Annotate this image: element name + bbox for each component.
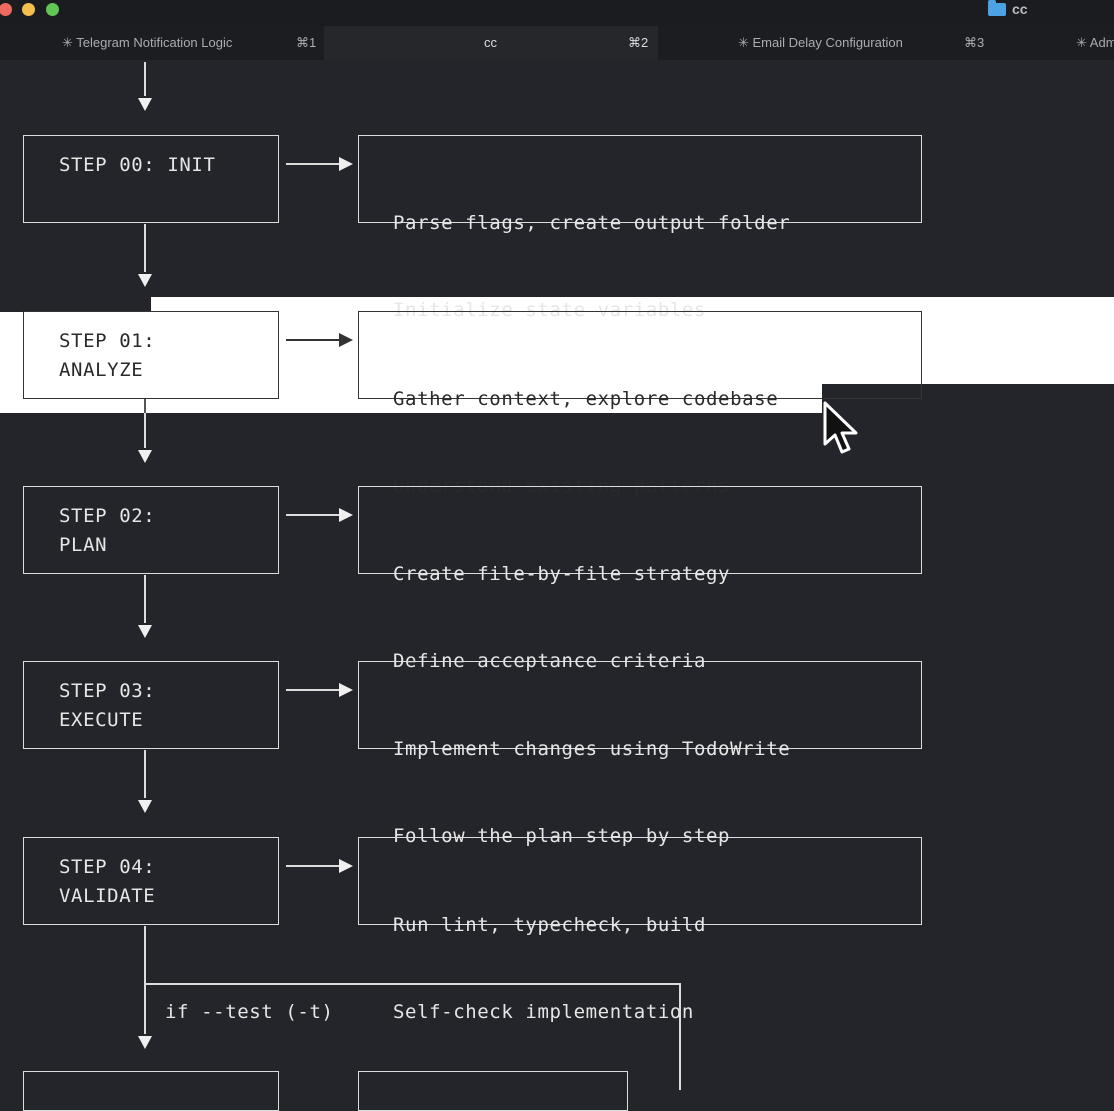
arrow-right-icon — [339, 157, 353, 171]
step-description-partial[interactable] — [358, 1071, 628, 1111]
flowchart: STEP 00: INIT Parse flags, create output… — [0, 0, 1114, 1111]
connector-line — [144, 926, 146, 1034]
connector-line — [286, 865, 341, 867]
connector-line — [144, 983, 681, 985]
connector-line — [286, 339, 341, 341]
condition-label: if --test (-t) — [165, 1001, 334, 1023]
step-description-validate[interactable]: Run lint, typecheck, build Self-check im… — [358, 837, 922, 1023]
step-box-plan[interactable]: STEP 02: PLAN — [23, 486, 279, 574]
connector-line — [144, 399, 146, 413]
connector-line — [144, 413, 146, 448]
arrow-down-icon — [138, 625, 152, 638]
description-line: Run lint, typecheck, build — [393, 914, 707, 936]
step-description-analyze[interactable]: Gather context, explore codebase Underst… — [358, 311, 922, 497]
step-box-init[interactable]: STEP 00: INIT — [23, 135, 279, 223]
arrow-right-icon — [339, 683, 353, 697]
mouse-cursor-icon — [823, 401, 858, 454]
step-description-init[interactable]: Parse flags, create output folder Initia… — [358, 135, 922, 321]
connector-line — [144, 575, 146, 623]
arrow-right-icon — [339, 859, 353, 873]
arrow-down-icon — [138, 1036, 152, 1049]
connector-line — [144, 224, 146, 272]
arrow-down-icon — [138, 274, 152, 287]
arrow-right-icon — [339, 508, 353, 522]
description-line: Self-check implementation — [393, 1001, 694, 1023]
arrow-down-icon — [138, 800, 152, 813]
connector-line — [144, 750, 146, 798]
arrow-down-icon — [138, 98, 152, 111]
connector-line — [286, 689, 341, 691]
description-line: Create file-by-file strategy — [393, 563, 731, 585]
description-line: Parse flags, create output folder — [393, 212, 791, 234]
step-description-plan[interactable]: Create file-by-file strategy Define acce… — [358, 486, 922, 672]
arrow-right-icon — [339, 333, 353, 347]
connector-line — [286, 163, 341, 165]
description-line: Implement changes using TodoWrite — [393, 738, 791, 760]
step-box-partial[interactable] — [23, 1071, 279, 1111]
step-description-execute[interactable]: Implement changes using TodoWrite Follow… — [358, 661, 922, 847]
step-box-validate[interactable]: STEP 04: VALIDATE — [23, 837, 279, 925]
arrow-down-icon — [138, 450, 152, 463]
step-box-analyze[interactable]: STEP 01: ANALYZE — [23, 311, 279, 399]
connector-line — [144, 62, 146, 96]
step-box-execute[interactable]: STEP 03: EXECUTE — [23, 661, 279, 749]
connector-line — [286, 514, 341, 516]
connector-line — [679, 983, 681, 1090]
